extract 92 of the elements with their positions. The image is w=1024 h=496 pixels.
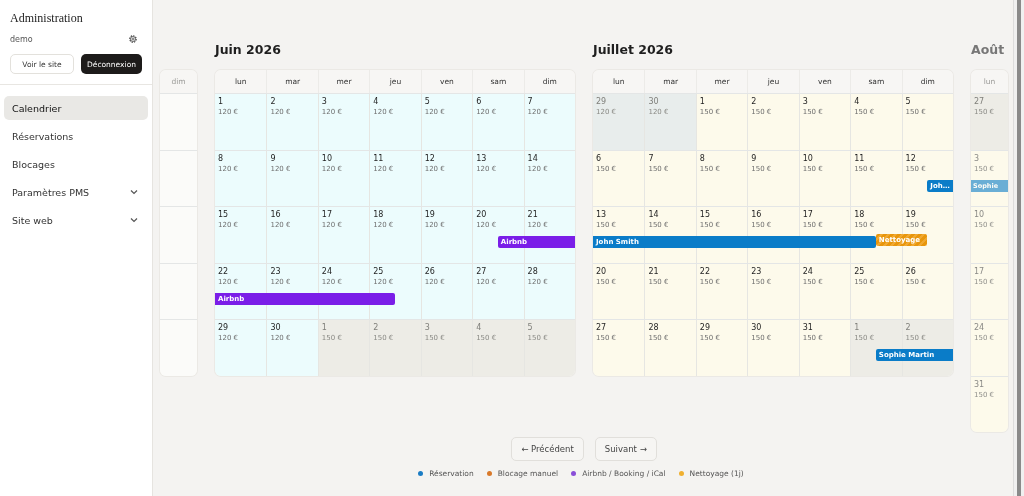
- day-number: 14: [527, 153, 539, 164]
- day-number: 25: [854, 266, 866, 277]
- day-number: 17: [321, 210, 334, 220]
- day-number: 26: [905, 266, 917, 277]
- user-name: demo: [10, 34, 33, 44]
- day-number: 21: [527, 210, 539, 220]
- day-number: 23: [751, 266, 763, 277]
- day-number: 2: [751, 97, 758, 107]
- day-number: 22: [218, 266, 230, 277]
- day-number: 3: [321, 97, 328, 107]
- nav-item[interactable]: Site web: [4, 208, 148, 232]
- day-number: 5: [527, 323, 534, 333]
- day-number: 3: [802, 97, 809, 107]
- day-number: 1: [321, 323, 328, 333]
- day-number: 6: [476, 97, 483, 107]
- scrollbar[interactable]: [1013, 0, 1024, 496]
- day-number: 1: [854, 323, 861, 333]
- day-number: 20: [596, 266, 608, 277]
- chevron-icon[interactable]: [130, 217, 138, 223]
- day-number: 2: [905, 323, 912, 333]
- day-number: 1: [699, 97, 706, 107]
- day-number: 15: [699, 210, 712, 220]
- month-title: Août: [971, 42, 1006, 59]
- day-number: 3: [424, 323, 431, 333]
- day-number: 21: [648, 266, 660, 277]
- day-number: 18: [854, 210, 866, 220]
- day-number: 2: [270, 97, 277, 107]
- day-number: 5: [424, 97, 431, 107]
- day-number: 7: [648, 153, 655, 164]
- day-number: 28: [527, 266, 539, 277]
- day-number: 13: [596, 210, 608, 220]
- day-number: 13: [476, 153, 488, 164]
- day-number: 23: [270, 266, 282, 277]
- day-number: 27: [476, 266, 488, 277]
- nav-item[interactable]: Paramètres PMS: [4, 180, 148, 204]
- day-number: 8: [699, 153, 706, 164]
- day-number: 28: [648, 323, 660, 333]
- day-number: 24: [321, 266, 334, 277]
- day-number: 29: [596, 97, 608, 107]
- month-title: Juin 2026: [215, 42, 282, 59]
- day-number: 10: [321, 153, 334, 164]
- day-number: 19: [905, 210, 917, 220]
- day-number: 30: [270, 323, 282, 333]
- day-number: 7: [527, 97, 534, 107]
- day-number: 11: [373, 153, 385, 164]
- day-number: 24: [974, 323, 986, 333]
- day-number: 12: [905, 153, 917, 164]
- day-number: 4: [476, 323, 483, 333]
- day-number: 16: [751, 210, 763, 220]
- day-number: 17: [974, 266, 986, 277]
- day-number: 4: [854, 97, 861, 107]
- day-number: 29: [218, 323, 230, 333]
- nav-item[interactable]: Calendrier: [4, 96, 148, 120]
- day-number: 30: [751, 323, 763, 333]
- day-number: 14: [648, 210, 660, 220]
- day-number: 19: [424, 210, 436, 220]
- app-title: Administration: [9, 10, 84, 26]
- day-number: 31: [974, 379, 986, 390]
- day-number: 31: [802, 323, 814, 333]
- day-number: 17: [802, 210, 814, 220]
- day-number: 10: [802, 153, 814, 164]
- day-number: 27: [596, 323, 608, 333]
- day-number: 27: [974, 97, 986, 107]
- day-number: 8: [218, 153, 225, 164]
- day-number: 9: [270, 153, 277, 164]
- day-number: 25: [373, 266, 385, 277]
- day-number: 6: [596, 153, 603, 164]
- next-button[interactable]: Suivant →: [594, 437, 657, 461]
- chevron-icon[interactable]: [130, 189, 138, 195]
- settings-icon[interactable]: [128, 34, 138, 44]
- day-number: 24: [802, 266, 814, 277]
- day-number: 29: [699, 323, 712, 333]
- nav-item[interactable]: Blocages: [4, 152, 148, 176]
- day-number: 10: [974, 210, 986, 220]
- day-number: 26: [424, 266, 436, 277]
- day-number: 1: [218, 97, 225, 107]
- day-number: 22: [699, 266, 712, 277]
- day-number: 18: [373, 210, 385, 220]
- day-number: 4: [373, 97, 380, 107]
- day-number: 12: [424, 153, 436, 164]
- day-number: 5: [905, 97, 912, 107]
- day-number: 9: [751, 153, 758, 164]
- day-number: 16: [270, 210, 282, 220]
- day-number: 30: [648, 97, 660, 107]
- month-title: Juillet 2026: [593, 42, 674, 59]
- day-number: 2: [373, 323, 380, 333]
- nav-item[interactable]: Réservations: [4, 124, 148, 148]
- day-number: 3: [974, 153, 981, 164]
- day-number: 20: [476, 210, 488, 220]
- previous-button[interactable]: ← Précédent: [511, 437, 584, 461]
- day-number: 11: [854, 153, 866, 164]
- day-number: 15: [218, 210, 230, 220]
